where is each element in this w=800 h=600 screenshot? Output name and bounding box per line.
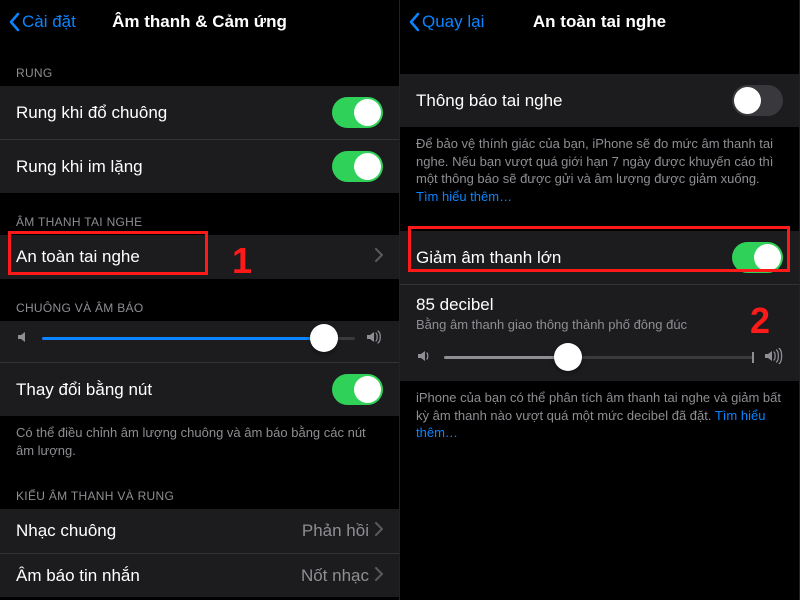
volume-slider[interactable]	[42, 337, 355, 340]
row-label: Âm báo tin nhắn	[16, 566, 301, 586]
group-headphone: An toàn tai nghe	[0, 235, 399, 279]
volume-slider-row	[0, 321, 399, 362]
toggle-vibrate-silent[interactable]	[332, 151, 383, 182]
chevron-left-icon	[408, 12, 420, 32]
decibel-slider[interactable]	[444, 356, 753, 359]
row-label: Thông báo tai nghe	[416, 91, 732, 111]
group-notice: Thông báo tai nghe	[400, 74, 799, 127]
row-label: Nhạc chuông	[16, 521, 302, 541]
row-text-tone[interactable]: Âm báo tin nhắn Nốt nhạc	[0, 553, 399, 597]
back-label: Quay lại	[422, 12, 484, 32]
group-vibration: Rung khi đổ chuông Rung khi im lặng	[0, 86, 399, 193]
row-label: Rung khi đổ chuông	[16, 103, 332, 123]
toggle-headphone-notification[interactable]	[732, 85, 783, 116]
decibel-slider-row	[400, 340, 799, 381]
annotation-number-2: 2	[750, 300, 770, 342]
group-sounds: Nhạc chuông Phản hồi Âm báo tin nhắn Nốt…	[0, 509, 399, 597]
section-header-vibration: RUNG	[0, 44, 399, 86]
screenshot-left: Cài đặt Âm thanh & Cảm ứng RUNG Rung khi…	[0, 0, 400, 600]
row-detail: Nốt nhạc	[301, 566, 369, 586]
volume-high-icon	[763, 348, 783, 367]
screenshot-right: Quay lại An toàn tai nghe Thông báo tai …	[400, 0, 800, 600]
row-ringtone[interactable]: Nhạc chuông Phản hồi	[0, 509, 399, 553]
section-header-sounds: KIỂU ÂM THANH VÀ RUNG	[0, 467, 399, 509]
decibel-description: Bằng âm thanh giao thông thành phố đông …	[400, 317, 799, 340]
toggle-reduce-loud[interactable]	[732, 242, 783, 273]
learn-more-link[interactable]: Tìm hiểu thêm…	[416, 189, 512, 204]
chevron-right-icon	[375, 566, 383, 586]
chevron-right-icon	[375, 521, 383, 541]
group-reduce: Giảm âm thanh lớn 85 decibel Bằng âm tha…	[400, 231, 799, 381]
decibel-value: 85 decibel	[400, 285, 799, 317]
row-detail: Phản hồi	[302, 521, 369, 541]
annotation-number-1: 1	[232, 240, 252, 282]
page-title: Âm thanh & Cảm ứng	[112, 12, 287, 32]
row-reduce-loud[interactable]: Giảm âm thanh lớn	[400, 231, 799, 284]
footer-reduce: iPhone của bạn có thể phân tích âm thanh…	[400, 381, 799, 450]
row-label: Giảm âm thanh lớn	[416, 248, 732, 268]
row-label: Thay đổi bằng nút	[16, 380, 332, 400]
footer-notice-text: Để bảo vệ thính giác của bạn, iPhone sẽ …	[416, 136, 773, 186]
back-label: Cài đặt	[22, 12, 76, 32]
footer-notice: Để bảo vệ thính giác của bạn, iPhone sẽ …	[400, 127, 799, 213]
row-vibrate-ring[interactable]: Rung khi đổ chuông	[0, 86, 399, 139]
group-ringer: Thay đổi bằng nút	[0, 321, 399, 416]
chevron-left-icon	[8, 12, 20, 32]
row-change-with-buttons[interactable]: Thay đổi bằng nút	[0, 362, 399, 416]
navbar: Quay lại An toàn tai nghe	[400, 0, 799, 44]
row-headphone-safety[interactable]: An toàn tai nghe	[0, 235, 399, 279]
volume-low-icon	[16, 329, 32, 348]
navbar: Cài đặt Âm thanh & Cảm ứng	[0, 0, 399, 44]
back-button[interactable]: Cài đặt	[8, 0, 76, 44]
row-label: An toàn tai nghe	[16, 247, 375, 267]
back-button[interactable]: Quay lại	[408, 0, 484, 44]
volume-high-icon	[365, 329, 383, 348]
section-header-ringer: CHUÔNG VÀ ÂM BÁO	[0, 279, 399, 321]
footer-change-buttons: Có thể điều chỉnh âm lượng chuông và âm …	[0, 416, 399, 467]
chevron-right-icon	[375, 247, 383, 267]
row-vibrate-silent[interactable]: Rung khi im lặng	[0, 139, 399, 193]
row-label: Rung khi im lặng	[16, 157, 332, 177]
toggle-vibrate-ring[interactable]	[332, 97, 383, 128]
row-headphone-notification[interactable]: Thông báo tai nghe	[400, 74, 799, 127]
toggle-change-buttons[interactable]	[332, 374, 383, 405]
page-title: An toàn tai nghe	[533, 12, 666, 32]
section-header-headphone: ÂM THANH TAI NGHE	[0, 193, 399, 235]
volume-low-icon	[416, 348, 434, 367]
